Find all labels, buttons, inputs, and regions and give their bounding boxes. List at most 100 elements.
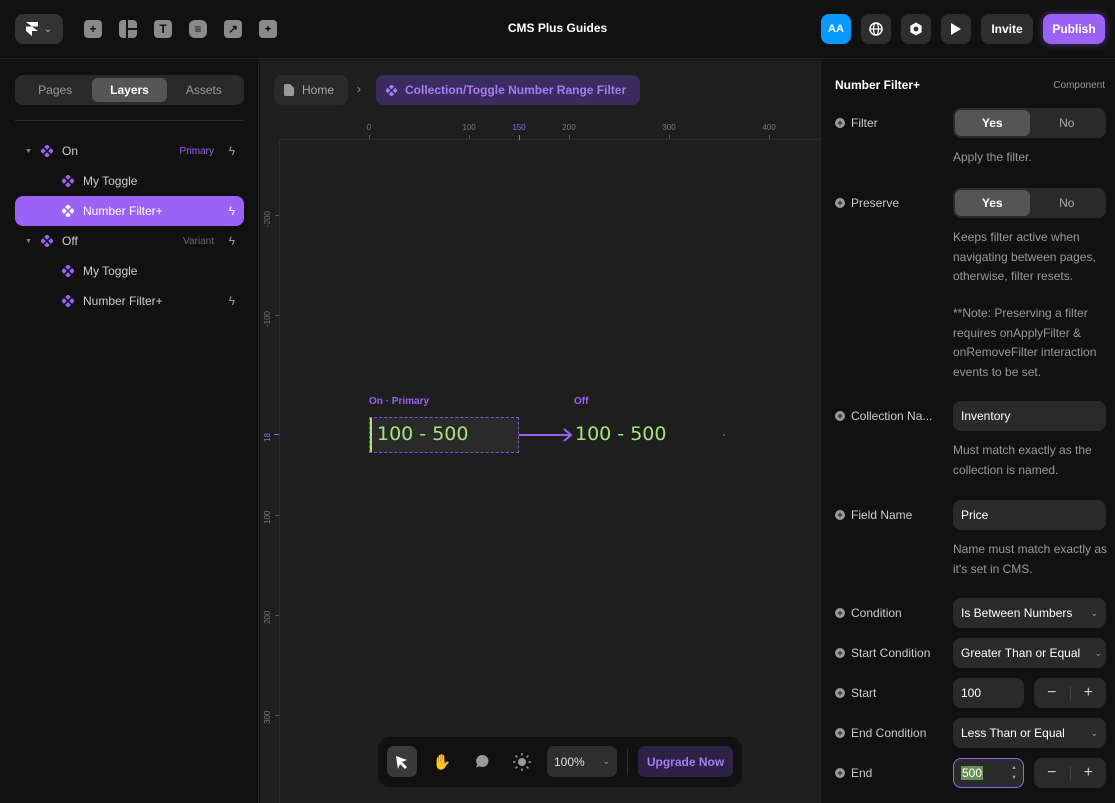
label-text: Collection Na... [851, 409, 933, 423]
variant-on-frame[interactable]: 100 - 500 [369, 417, 519, 453]
component-icon [41, 235, 53, 247]
start-condition-select[interactable]: Greater Than or Equal ⌄ [953, 638, 1106, 668]
layers-panel: Pages Layers Assets ▼ On Primary ϟ My To… [0, 60, 259, 803]
condition-select[interactable]: Is Between Numbers ⌄ [953, 598, 1106, 628]
prop-start-label[interactable]: + Start [835, 686, 876, 700]
insert-icon[interactable]: + [84, 20, 102, 38]
canvas[interactable]: Home › Collection/Toggle Number Range Fi… [260, 60, 820, 803]
theme-toggle[interactable] [507, 746, 537, 777]
layer-off[interactable]: ▼ Off Variant ϟ [15, 226, 244, 256]
label-text: End Condition [851, 726, 927, 740]
select-value: Is Between Numbers [961, 606, 1073, 620]
minus-icon[interactable]: − [1034, 684, 1070, 702]
hand-tool[interactable]: ✋ [427, 746, 457, 777]
divider [15, 120, 244, 121]
comment-tool[interactable] [467, 746, 497, 777]
layer-number-filter-selected[interactable]: Number Filter+ ϟ [15, 196, 244, 226]
prop-start-condition-label[interactable]: + Start Condition [835, 646, 930, 660]
ruler-tick [669, 135, 670, 139]
ruler-tick [469, 135, 470, 139]
minus-icon[interactable]: − [1034, 764, 1070, 782]
prop-end-condition-label[interactable]: + End Condition [835, 726, 926, 740]
start-number-input[interactable]: 100 [953, 678, 1024, 708]
prop-condition-label[interactable]: + Condition [835, 606, 902, 620]
publish-button[interactable]: Publish [1043, 14, 1105, 44]
preserve-no-option[interactable]: No [1030, 190, 1105, 216]
caret-down-icon[interactable]: ▼ [25, 238, 32, 245]
plus-icon[interactable]: + [1071, 684, 1107, 702]
user-avatar[interactable]: AA [821, 14, 851, 44]
preserve-toggle[interactable]: Yes No [953, 188, 1106, 218]
ruler-tick-label: 300 [662, 123, 676, 132]
variant-label-off[interactable]: Off [574, 396, 588, 407]
variant-label-on[interactable]: On · Primary [369, 396, 429, 407]
component-icon [62, 175, 74, 187]
collection-name-input[interactable]: Inventory [953, 401, 1106, 431]
zoom-level: 100% [554, 754, 585, 769]
filter-hint: Apply the filter. [953, 150, 1032, 164]
text-icon[interactable]: T [154, 20, 172, 38]
ruler-tick-label: -200 [263, 210, 272, 227]
link-icon[interactable]: ↗ [224, 20, 242, 38]
interaction-bolt-icon: ϟ [228, 234, 235, 248]
layer-my-toggle[interactable]: My Toggle [15, 256, 244, 286]
field-name-input[interactable]: Price [953, 500, 1106, 530]
field-name-hint: Name must match exactly as it's set in C… [953, 542, 1108, 576]
component-icon [62, 205, 74, 217]
ruler-tick [369, 135, 370, 139]
ruler-tick [275, 515, 279, 516]
framer-menu-button[interactable]: ⌄ [15, 14, 63, 44]
filter-no-option[interactable]: No [1030, 110, 1105, 136]
plus-circle-icon: + [835, 768, 845, 778]
chevron-down-icon: ⌄ [1090, 727, 1098, 738]
tab-layers[interactable]: Layers [92, 78, 167, 102]
end-number-input[interactable]: 500 ▲ ▼ [953, 758, 1024, 788]
prop-filter-label[interactable]: + Filter [835, 116, 878, 130]
prop-preserve-label[interactable]: + Preserve [835, 196, 899, 210]
filter-toggle[interactable]: Yes No [953, 108, 1106, 138]
layer-my-toggle[interactable]: My Toggle [15, 166, 244, 196]
layout-icon[interactable] [119, 20, 137, 38]
properties-panel: Number Filter+ Component + Filter Yes No … [820, 60, 1115, 803]
label-text: Start Condition [851, 646, 931, 660]
globe-icon[interactable] [861, 14, 891, 44]
ruler-tick-label: 200 [562, 123, 576, 132]
breadcrumb-component[interactable]: Collection/Toggle Number Range Filter [376, 75, 640, 105]
layer-on[interactable]: ▼ On Primary ϟ [15, 136, 244, 166]
ruler-tick-label: 400 [762, 123, 776, 132]
end-condition-select[interactable]: Less Than or Equal ⌄ [953, 718, 1106, 748]
components-icon[interactable]: ✦ [259, 20, 277, 38]
filter-yes-option[interactable]: Yes [955, 110, 1030, 136]
tab-assets[interactable]: Assets [167, 78, 241, 102]
ruler-tick [275, 215, 279, 216]
breadcrumb-component-label: Collection/Toggle Number Range Filter [405, 83, 627, 97]
upgrade-button[interactable]: Upgrade Now [638, 746, 733, 777]
caret-down-icon[interactable]: ▼ [25, 148, 32, 155]
layer-label: My Toggle [83, 264, 138, 278]
spinner-arrows-icon[interactable]: ▲ ▼ [1011, 763, 1017, 783]
ruler-tick [275, 315, 279, 316]
ruler-vertical: -200 -100 18 100 200 300 [260, 140, 280, 803]
prop-end-label[interactable]: + End [835, 766, 872, 780]
settings-icon[interactable] [901, 14, 931, 44]
select-tool[interactable] [387, 746, 417, 777]
prop-collection-label[interactable]: + Collection Na... [835, 409, 932, 423]
preserve-yes-option[interactable]: Yes [955, 190, 1030, 216]
end-stepper[interactable]: − + [1034, 758, 1106, 788]
breadcrumb-home[interactable]: Home [274, 75, 348, 105]
start-stepper[interactable]: − + [1034, 678, 1106, 708]
prop-field-name-label[interactable]: + Field Name [835, 508, 912, 522]
transition-arrow-icon [519, 428, 573, 442]
variant-off-frame[interactable]: 100 - 500 [575, 423, 666, 445]
interaction-bolt-icon: ϟ [228, 144, 235, 158]
layer-number-filter[interactable]: Number Filter+ ϟ [15, 286, 244, 316]
zoom-dropdown[interactable]: 100% ⌄ [547, 746, 617, 777]
canvas-toolbar: ✋ 100% ⌄ Upgrade Now [378, 737, 742, 787]
play-preview-icon[interactable] [941, 14, 971, 44]
plus-icon[interactable]: + [1071, 764, 1107, 782]
component-icon [41, 145, 53, 157]
invite-button[interactable]: Invite [981, 14, 1033, 44]
focus-bar [370, 418, 372, 452]
cms-icon[interactable]: ≡ [189, 20, 207, 38]
tab-pages[interactable]: Pages [18, 78, 92, 102]
